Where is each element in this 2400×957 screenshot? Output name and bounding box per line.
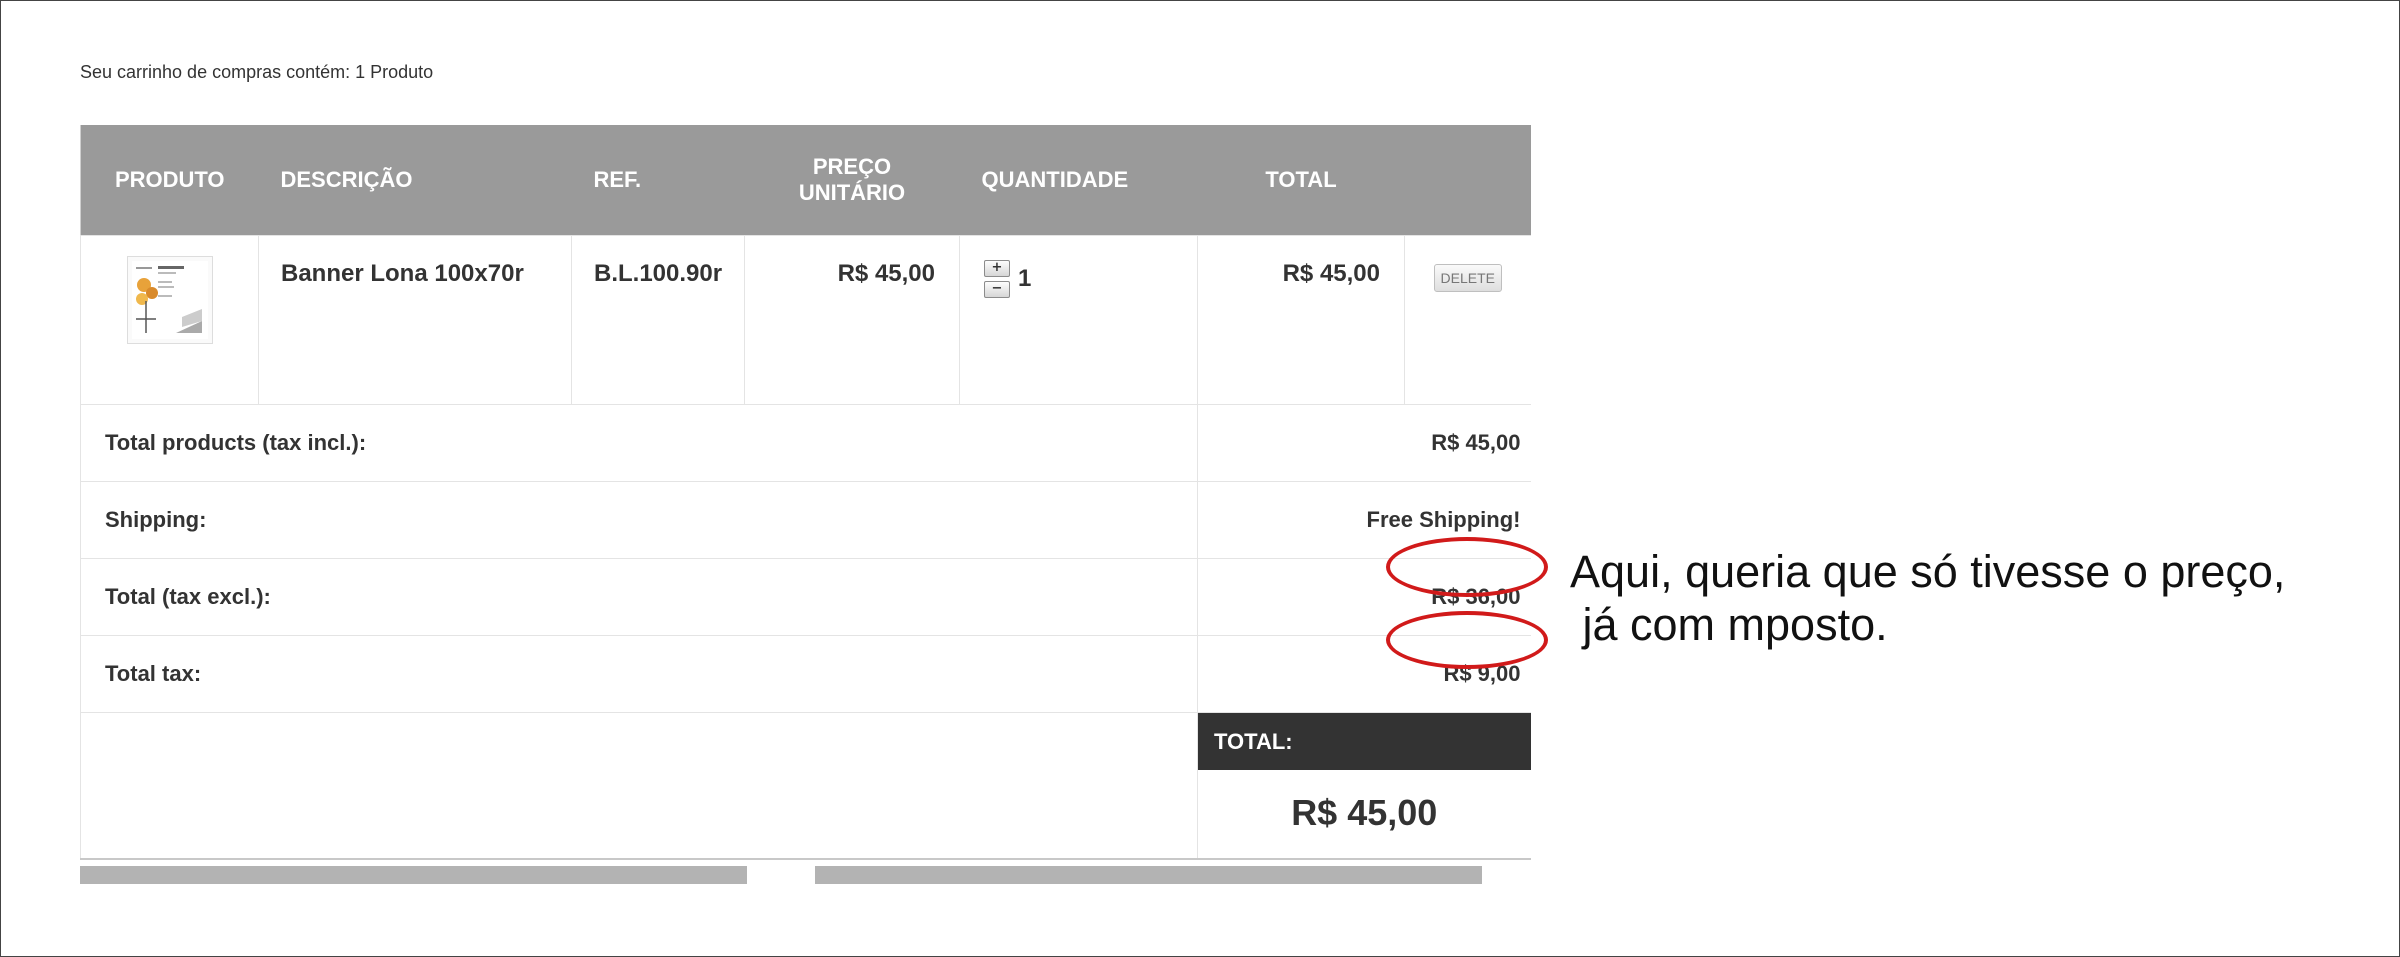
annotation-note: Aqui, queria que só tivesse o preço, já … [1570,545,2285,651]
header-ref: REF. [571,125,745,236]
header-description: DESCRIÇÃO [258,125,572,236]
quantity-increase-button[interactable]: + [984,260,1010,277]
quantity-value: 1 [1018,265,1032,292]
summary-label: Total products (tax incl.): [80,404,1198,482]
content-bar-right [815,866,1482,884]
header-unit-price: PREÇO UNITÁRIO [744,125,960,236]
delete-button[interactable]: DELETE [1433,264,1502,292]
header-actions [1404,125,1531,236]
summary-value: R$ 36,00 [1197,558,1531,636]
grand-total-cell: TOTAL: R$ 45,00 [1198,713,1531,860]
product-quantity-cell: + − 1 [959,235,1198,405]
product-unit-price: R$ 45,00 [744,235,960,405]
table-row: Banner Lona 100x70r B.L.100.90r R$ 45,00… [80,235,1531,405]
header-unit-price-line2: UNITÁRIO [798,180,906,205]
product-thumbnail[interactable] [126,256,213,344]
grand-total-spacer [80,712,1198,860]
summary-value: R$ 9,00 [1197,635,1531,713]
header-product: PRODUTO [80,125,259,236]
summary-row-total-tax: Total tax: R$ 9,00 [80,635,1531,713]
product-total: R$ 45,00 [1197,235,1405,405]
quantity-decrease-button[interactable]: − [984,281,1010,298]
summary-row-total-products: Total products (tax incl.): R$ 45,00 [80,404,1531,482]
grand-total-label: TOTAL: [1198,713,1531,770]
quantity-buttons: + − [984,260,1010,298]
header-quantity: QUANTIDADE [959,125,1198,236]
summary-value: R$ 45,00 [1197,404,1531,482]
grand-total-row: TOTAL: R$ 45,00 [80,712,1531,860]
summary-label: Shipping: [80,481,1198,559]
quantity-stepper: + − 1 [984,260,1196,298]
summary-label: Total (tax excl.): [80,558,1198,636]
content-bar-left [80,866,747,884]
cart-table-container: PRODUTO DESCRIÇÃO REF. PREÇO UNITÁRIO QU… [80,125,1531,860]
product-ref: B.L.100.90r [571,235,745,405]
banner-image-icon [131,261,208,339]
cart-summary: Seu carrinho de compras contém: 1 Produt… [80,62,434,82]
summary-row-shipping: Shipping: Free Shipping! [80,481,1531,559]
product-thumbnail-cell [80,235,259,405]
table-header-row: PRODUTO DESCRIÇÃO REF. PREÇO UNITÁRIO QU… [80,125,1531,236]
product-description: Banner Lona 100x70r [258,235,572,405]
summary-value: Free Shipping! [1197,481,1531,559]
summary-row-total-tax-excl: Total (tax excl.): R$ 36,00 [80,558,1531,636]
header-unit-price-line1: PREÇO [812,154,892,179]
summary-label: Total tax: [80,635,1198,713]
grand-total-value: R$ 45,00 [1291,792,1438,833]
annotation-line-2: já com mposto. [1570,599,1888,650]
product-delete-cell: DELETE [1404,235,1531,405]
header-total: TOTAL [1197,125,1405,236]
annotation-line-1: Aqui, queria que só tivesse o preço, [1570,546,2286,597]
cart-table: PRODUTO DESCRIÇÃO REF. PREÇO UNITÁRIO QU… [80,125,1531,860]
